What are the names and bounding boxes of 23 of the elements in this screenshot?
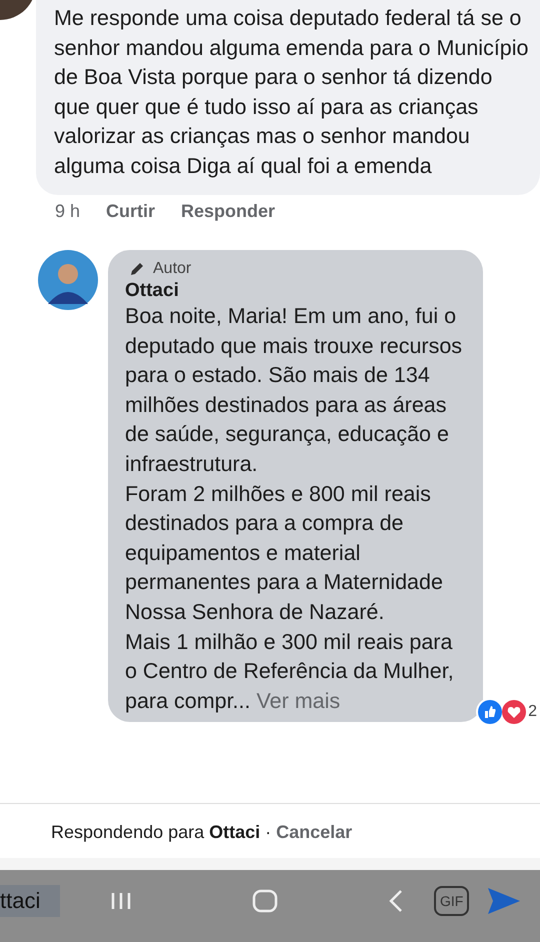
separator-dot: ·: [265, 822, 272, 842]
comment-action[interactable]: Curtir: [106, 201, 156, 222]
author-label: Autor: [153, 260, 192, 278]
back-icon[interactable]: [388, 889, 404, 913]
reply-target-name: Ottaci: [209, 822, 260, 842]
see-more-link[interactable]: Ver mais: [256, 688, 340, 713]
comment-text: Mais 1 milhão e 300 mil reais para o Centro de Referência da Mulher, para compr... Ver mais: [125, 628, 455, 715]
gif-button[interactable]: GIF: [434, 886, 470, 916]
avatar: [38, 250, 98, 310]
comment-text: Boa noite, Maria! Em um ano, fui o deputado que mais trouxe recursos para o estado. São mais de 134 milhões destinados para as áreas de saúde, segurança, educação e infraestrutura.: [125, 303, 464, 478]
comment-action[interactable]: Responder: [181, 201, 276, 222]
author-name[interactable]: Ottaci: [125, 280, 470, 302]
comment-time: 9 h: [55, 201, 80, 222]
send-icon[interactable]: [487, 887, 522, 915]
cancel-link[interactable]: Cancelar: [276, 822, 352, 842]
pencil-icon: [129, 261, 145, 277]
comment-text: Foram 2 milhões e 800 mil reais destinados para a compra de equipamentos e material permanentes para a Maternidade Nossa Senhora de Nazaré.: [125, 480, 444, 626]
recent-apps-icon[interactable]: [110, 891, 132, 911]
comment-text: Me responde uma coisa deputado federal tá se o senhor mandou alguma emenda para o Município de Boa Vista porque para o senhor tá dizendo que quer que é tudo isso aí para as crianças valorizar as crianças mas o senhor mandou alguma coisa Diga aí qual foi a emenda: [54, 5, 530, 180]
comment-input[interactable]: ttaci: [0, 885, 60, 917]
home-icon[interactable]: [252, 889, 278, 913]
reaction-count: 2: [528, 703, 537, 722]
replying-label: Respondendo para: [51, 822, 204, 842]
